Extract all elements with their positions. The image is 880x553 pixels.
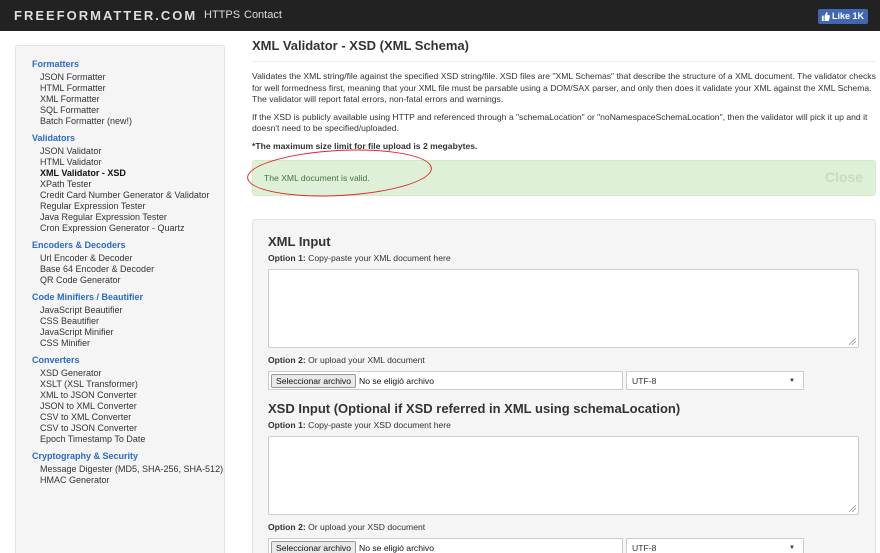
xml-encoding-value: UTF-8 [632, 375, 657, 386]
sidebar-heading: Converters [32, 355, 80, 365]
xsd-option-2-label: Option 2: Or upload your XSD document [268, 522, 426, 532]
sidebar-item[interactable]: CSS Beautifier [32, 316, 224, 327]
sidebar-group: Formatters JSON Formatter HTML Formatter XM… [32, 58, 224, 127]
sidebar-heading: Code Minifiers / Beautifier [32, 292, 144, 302]
sidebar: Formatters JSON Formatter HTML Formatter XM… [15, 45, 225, 553]
input-panel: XML Input Option 1: Copy-paste your XML … [252, 219, 876, 553]
xml-choose-file-button[interactable]: Seleccionar archivo [271, 373, 356, 388]
annotation-ellipse [245, 145, 434, 201]
xml-encoding-select[interactable]: UTF-8 ▼ [626, 371, 804, 390]
sidebar-item[interactable]: JavaScript Minifier [32, 327, 224, 338]
sidebar-item[interactable]: Regular Expression Tester [32, 201, 224, 212]
like-button-label: Like 1K [831, 11, 864, 21]
sidebar-item[interactable]: Java Regular Expression Tester [32, 212, 224, 223]
xsd-encoding-value: UTF-8 [632, 542, 657, 553]
brand-logo[interactable]: FREEFORMATTER.COM [14, 8, 197, 23]
thumbs-up-icon [821, 12, 830, 21]
sidebar-group: Validators JSON Validator HTML Validator XM… [32, 132, 224, 234]
sidebar-item[interactable]: Batch Formatter (new!) [32, 116, 224, 127]
xml-file-input[interactable]: Seleccionar archivo No se eligió archivo [268, 371, 623, 390]
sidebar-item[interactable]: CSV to XML Converter [32, 412, 224, 423]
sidebar-heading: Validators [32, 133, 76, 143]
sidebar-item[interactable]: HTML Formatter [32, 83, 224, 94]
sidebar-heading: Encoders & Decoders [32, 240, 126, 250]
xml-upload-row: Seleccionar archivo No se eligió archivo… [268, 371, 860, 390]
sidebar-item[interactable]: QR Code Generator [32, 275, 224, 286]
xml-option-1-label: Option 1: Copy-paste your XML document h… [268, 253, 451, 263]
xml-input-textarea[interactable] [268, 269, 859, 348]
xsd-option-1-label: Option 1: Copy-paste your XSD document h… [268, 420, 451, 430]
sidebar-item[interactable]: Base 64 Encoder & Decoder [32, 264, 224, 275]
chevron-down-icon: ▼ [789, 544, 795, 551]
alert-close-button[interactable]: Close [825, 169, 863, 185]
page-title: XML Validator - XSD (XML Schema) [252, 38, 876, 62]
xsd-input-title: XSD Input (Optional if XSD referred in X… [268, 401, 681, 416]
xsd-upload-row: Seleccionar archivo No se eligió archivo… [268, 538, 860, 553]
sidebar-item[interactable]: JavaScript Beautifier [32, 305, 224, 316]
resize-grip-icon[interactable] [849, 338, 856, 345]
sidebar-item[interactable]: Url Encoder & Decoder [32, 253, 224, 264]
schema-location-paragraph: If the XSD is publicly available using H… [252, 111, 868, 134]
sidebar-item[interactable]: JSON Formatter [32, 72, 224, 83]
xsd-file-input[interactable]: Seleccionar archivo No se eligió archivo [268, 538, 623, 553]
nav-link-contact[interactable]: Contact [244, 9, 282, 21]
sidebar-group: Cryptography & Security Message Digester … [32, 450, 224, 486]
chevron-down-icon: ▼ [789, 377, 795, 384]
sidebar-heading: Formatters [32, 59, 80, 69]
sidebar-group: Code Minifiers / Beautifier JavaScript Be… [32, 291, 224, 349]
sidebar-item[interactable]: Credit Card Number Generator & Validator [32, 190, 224, 201]
sidebar-item[interactable]: XSD Generator [32, 368, 224, 379]
top-navbar: FREEFORMATTER.COM HTTPS Contact Like 1K [0, 0, 880, 31]
validation-success-alert: The XML document is valid. Close [245, 145, 876, 201]
sidebar-item[interactable]: Cron Expression Generator - Quartz [32, 223, 224, 234]
sidebar-item[interactable]: Epoch Timestamp To Date [32, 434, 224, 445]
sidebar-item[interactable]: JSON Validator [32, 146, 224, 157]
sidebar-item[interactable]: XML Formatter [32, 94, 224, 105]
nav-link-https[interactable]: HTTPS [204, 9, 240, 21]
sidebar-item[interactable]: SQL Formatter [32, 105, 224, 116]
sidebar-item[interactable]: CSV to JSON Converter [32, 423, 224, 434]
sidebar-group: Encoders & Decoders Url Encoder & Decoder… [32, 239, 224, 286]
sidebar-item[interactable]: HMAC Generator [32, 475, 224, 486]
main-content: XML Validator - XSD (XML Schema) Validat… [245, 38, 876, 201]
resize-grip-icon[interactable] [849, 505, 856, 512]
sidebar-item[interactable]: XML to JSON Converter [32, 390, 224, 401]
sidebar-item[interactable]: HTML Validator [32, 157, 224, 168]
facebook-like-button[interactable]: Like 1K [817, 9, 868, 24]
sidebar-item[interactable]: XML Validator - XSD [32, 168, 224, 179]
xml-option-2-label: Option 2: Or upload your XML document [268, 355, 425, 365]
sidebar-item[interactable]: Message Digester (MD5, SHA-256, SHA-512) [32, 464, 224, 475]
xsd-encoding-select[interactable]: UTF-8 ▼ [626, 538, 804, 553]
xsd-choose-file-button[interactable]: Seleccionar archivo [271, 540, 356, 553]
xsd-file-status: No se eligió archivo [359, 542, 434, 553]
sidebar-item[interactable]: JSON to XML Converter [32, 401, 224, 412]
sidebar-heading: Cryptography & Security [32, 451, 139, 461]
sidebar-item[interactable]: CSS Minifier [32, 338, 224, 349]
xsd-input-textarea[interactable] [268, 436, 859, 515]
xml-input-title: XML Input [268, 234, 331, 249]
description-paragraph: Validates the XML string/file against th… [252, 71, 876, 104]
xml-file-status: No se eligió archivo [359, 375, 434, 386]
sidebar-item[interactable]: XPath Tester [32, 179, 224, 190]
sidebar-item[interactable]: XSLT (XSL Transformer) [32, 379, 224, 390]
sidebar-group: Converters XSD Generator XSLT (XSL Transfo… [32, 354, 224, 445]
